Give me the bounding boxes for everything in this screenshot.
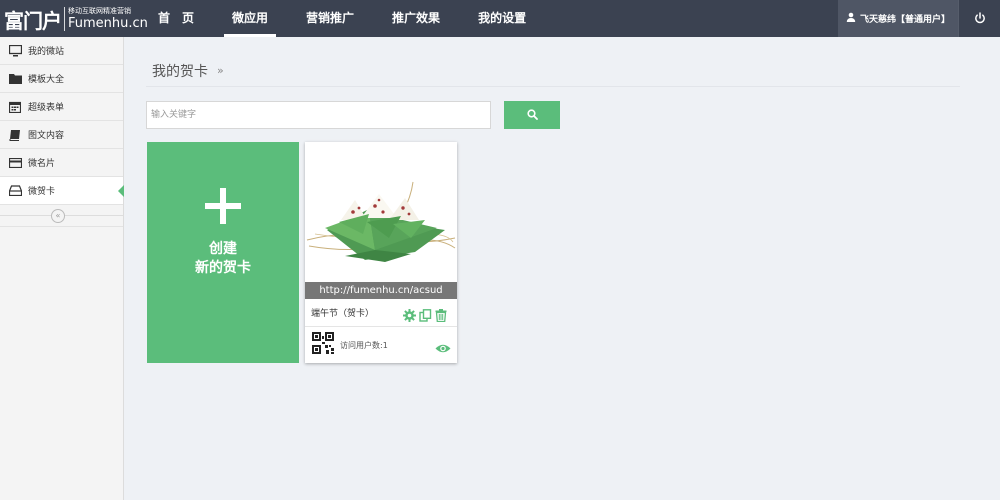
sidebar-collapse-row: « — [0, 205, 123, 227]
power-icon — [974, 9, 986, 28]
sidebar-item-label: 超级表单 — [28, 103, 65, 113]
nav-item-settings[interactable]: 我的设置 — [470, 0, 534, 37]
logo[interactable]: 富门户 移动互联网精准营销 Fumenhu.cn — [4, 5, 148, 33]
sidebar-item-my-site[interactable]: 我的微站 — [0, 37, 123, 65]
inbox-icon — [8, 184, 22, 198]
sidebar-item-super-form[interactable]: 超级表单 — [0, 93, 123, 121]
card-name: 端午节（贺卡） — [311, 309, 375, 319]
nav-item-marketing[interactable]: 营销推广 — [298, 0, 362, 37]
gear-icon[interactable] — [403, 307, 416, 326]
sidebar-item-label: 微名片 — [28, 159, 56, 169]
monitor-icon — [8, 44, 22, 58]
book-icon — [8, 128, 22, 142]
greeting-card-item: http://fumenhu.cn/acsud 端午节（贺卡） 访问用户数:1 — [305, 142, 457, 363]
card-thumbnail[interactable] — [305, 142, 457, 282]
logout-button[interactable] — [958, 0, 1000, 37]
card-icon — [8, 156, 22, 170]
search-button[interactable] — [504, 101, 560, 129]
folder-icon — [8, 72, 22, 86]
sidebar-item-templates[interactable]: 模板大全 — [0, 65, 123, 93]
sidebar-item-label: 模板大全 — [28, 75, 65, 85]
sidebar-item-greeting-card[interactable]: 微贺卡 — [0, 177, 124, 205]
search-icon — [526, 108, 538, 123]
sidebar-item-business-card[interactable]: 微名片 — [0, 149, 123, 177]
logo-text: 富门户 — [4, 8, 62, 33]
sidebar-collapse-button[interactable]: « — [51, 209, 65, 223]
card-divider — [305, 326, 457, 327]
nav-item-results[interactable]: 推广效果 — [384, 0, 448, 37]
copy-icon[interactable] — [419, 307, 432, 326]
nav-item-micro-apps[interactable]: 微应用 — [224, 0, 277, 37]
trash-icon[interactable] — [435, 307, 447, 326]
card-visit-count: 访问用户数:1 — [340, 341, 388, 350]
title-divider — [146, 86, 960, 87]
calendar-icon — [8, 100, 22, 114]
plus-icon — [205, 188, 241, 228]
search-input[interactable] — [146, 101, 491, 129]
qr-code-icon[interactable] — [312, 332, 334, 358]
sidebar-item-articles[interactable]: 图文内容 — [0, 121, 123, 149]
card-actions — [403, 307, 447, 326]
eye-icon[interactable] — [435, 339, 451, 358]
logo-divider — [64, 7, 65, 31]
sidebar: 我的微站 模板大全 超级表单 图文内容 微名片 微贺卡 « — [0, 37, 124, 500]
sidebar-item-label: 我的微站 — [28, 47, 65, 57]
card-url[interactable]: http://fumenhu.cn/acsud — [305, 282, 457, 299]
nav-item-home[interactable]: 首 页 — [150, 0, 202, 37]
sidebar-item-label: 微贺卡 — [28, 187, 56, 197]
main-nav: 首 页 微应用 营销推广 推广效果 我的设置 — [150, 0, 556, 37]
create-card-line1: 创建 — [209, 241, 237, 257]
page-title: 我的贺卡 — [152, 64, 208, 80]
logo-domain: Fumenhu.cn — [68, 16, 148, 31]
create-card-button[interactable]: 创建 新的贺卡 — [147, 142, 299, 363]
sidebar-item-label: 图文内容 — [28, 131, 65, 141]
create-card-line2: 新的贺卡 — [195, 260, 251, 276]
user-menu[interactable]: 飞天慈纬【普通用户】 — [838, 0, 958, 37]
breadcrumb-arrow: » — [217, 64, 224, 77]
user-name: 飞天慈纬【普通用户】 — [859, 15, 950, 25]
logo-slogan: 移动互联网精准营销 — [68, 7, 131, 15]
user-icon — [846, 12, 856, 25]
top-bar: 富门户 移动互联网精准营销 Fumenhu.cn 首 页 微应用 营销推广 推广… — [0, 0, 1000, 37]
